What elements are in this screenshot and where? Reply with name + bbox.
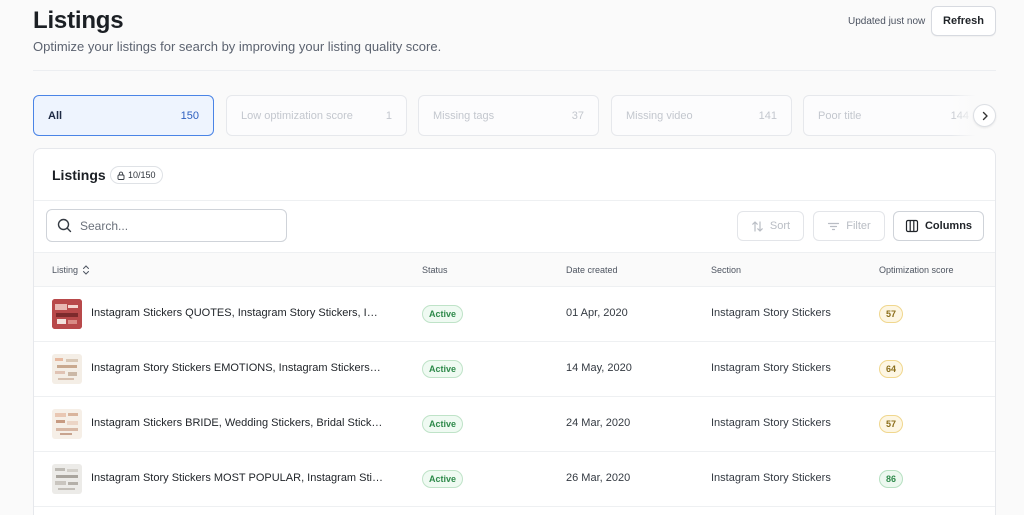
- columns-label: Columns: [924, 220, 973, 232]
- status-badge: Active: [422, 360, 464, 378]
- listing-count-text: 10/150: [128, 170, 156, 180]
- filter-button[interactable]: Filter: [813, 211, 885, 241]
- filter-tab-label: All: [48, 109, 63, 122]
- score-badge: 64: [879, 360, 904, 378]
- listing-thumbnail: [52, 409, 82, 439]
- listing-thumbnail: [52, 299, 82, 329]
- table-header: Listing Status Date created Section Opti…: [34, 252, 995, 287]
- listing-title[interactable]: Instagram Stickers QUOTES, Instagram Sto…: [91, 307, 383, 319]
- page-title: Listings: [33, 7, 124, 34]
- column-header-date-created: Date created: [566, 265, 618, 275]
- filter-icon: [828, 222, 840, 230]
- listing-title[interactable]: Instagram Stickers BRIDE, Wedding Sticke…: [91, 417, 383, 429]
- date-created: 14 May, 2020: [566, 362, 632, 374]
- listing-title[interactable]: Instagram Story Stickers MOST POPULAR, I…: [91, 472, 383, 484]
- listing-thumbnail: [52, 354, 82, 384]
- section: Instagram Story Stickers: [711, 362, 831, 374]
- date-created: 26 Mar, 2020: [566, 472, 631, 484]
- sort-icon: [752, 220, 763, 232]
- table-row[interactable]: Instagram Stickers QUOTES, Instagram Sto…: [34, 287, 995, 342]
- column-header-status: Status: [422, 265, 448, 275]
- search-icon: [57, 218, 72, 233]
- date-created: 01 Apr, 2020: [566, 307, 628, 319]
- header-divider: [33, 70, 996, 71]
- listing-count-badge: 10/150: [110, 166, 163, 184]
- section: Instagram Story Stickers: [711, 417, 831, 429]
- sort-label: Sort: [769, 220, 791, 232]
- filter-tab-count: 141: [758, 109, 777, 122]
- column-header-listing[interactable]: Listing: [52, 265, 90, 275]
- column-header-optimization-score: Optimization score: [879, 265, 954, 275]
- table-row[interactable]: Instagram Stickers BRIDE, Wedding Sticke…: [34, 397, 995, 452]
- filter-tabs: All 150 Low optimization score 1 Missing…: [33, 95, 996, 137]
- filter-tab-label: Low optimization score: [241, 109, 353, 122]
- filter-tab-count: 37: [571, 109, 584, 122]
- card-divider: [34, 200, 995, 201]
- filter-tab-missing-video[interactable]: Missing video 141: [611, 95, 792, 136]
- filter-tab-count: 150: [180, 109, 199, 122]
- filter-tab-label: Missing tags: [433, 109, 495, 122]
- status-badge: Active: [422, 305, 464, 323]
- filter-tab-label: Missing video: [626, 109, 693, 122]
- listing-title[interactable]: Instagram Story Stickers EMOTIONS, Insta…: [91, 362, 383, 374]
- columns-icon: [905, 219, 919, 233]
- page-subtitle: Optimize your listings for search by imp…: [33, 39, 442, 54]
- filter-label: Filter: [846, 220, 871, 232]
- refresh-button[interactable]: Refresh: [931, 6, 996, 36]
- table-row[interactable]: Instagram Story Stickers EMOTIONS, Insta…: [34, 342, 995, 397]
- updated-status: Updated just now: [848, 16, 926, 27]
- score-badge: 57: [879, 305, 904, 323]
- search-input[interactable]: [80, 218, 270, 233]
- date-created: 24 Mar, 2020: [566, 417, 631, 429]
- search-box[interactable]: [46, 209, 287, 242]
- sort-toggle-icon: [83, 265, 90, 275]
- filter-tab-all[interactable]: All 150: [33, 95, 214, 136]
- columns-button[interactable]: Columns: [893, 211, 984, 241]
- card-title: Listings: [52, 167, 106, 183]
- filters-next-button[interactable]: [973, 104, 996, 127]
- chevron-right-icon: [982, 111, 988, 120]
- section: Instagram Story Stickers: [711, 472, 831, 484]
- lock-icon: [117, 171, 125, 180]
- filter-tab-label: Poor title: [818, 109, 862, 122]
- status-badge: Active: [422, 470, 464, 488]
- listing-thumbnail: [52, 464, 82, 494]
- score-badge: 86: [879, 470, 904, 488]
- filter-tab-count: 1: [385, 109, 392, 122]
- column-header-section: Section: [711, 265, 742, 275]
- status-badge: Active: [422, 415, 464, 433]
- sort-button[interactable]: Sort: [737, 211, 804, 241]
- score-badge: 57: [879, 415, 904, 433]
- filter-tab-missing-tags[interactable]: Missing tags 37: [418, 95, 599, 136]
- section: Instagram Story Stickers: [711, 307, 831, 319]
- listings-card: Listings 10/150 Sort Filter Columns List…: [33, 148, 996, 515]
- table-row[interactable]: Instagram Story Stickers MOST POPULAR, I…: [34, 452, 995, 507]
- filter-tab-low-optimization-score[interactable]: Low optimization score 1: [226, 95, 407, 136]
